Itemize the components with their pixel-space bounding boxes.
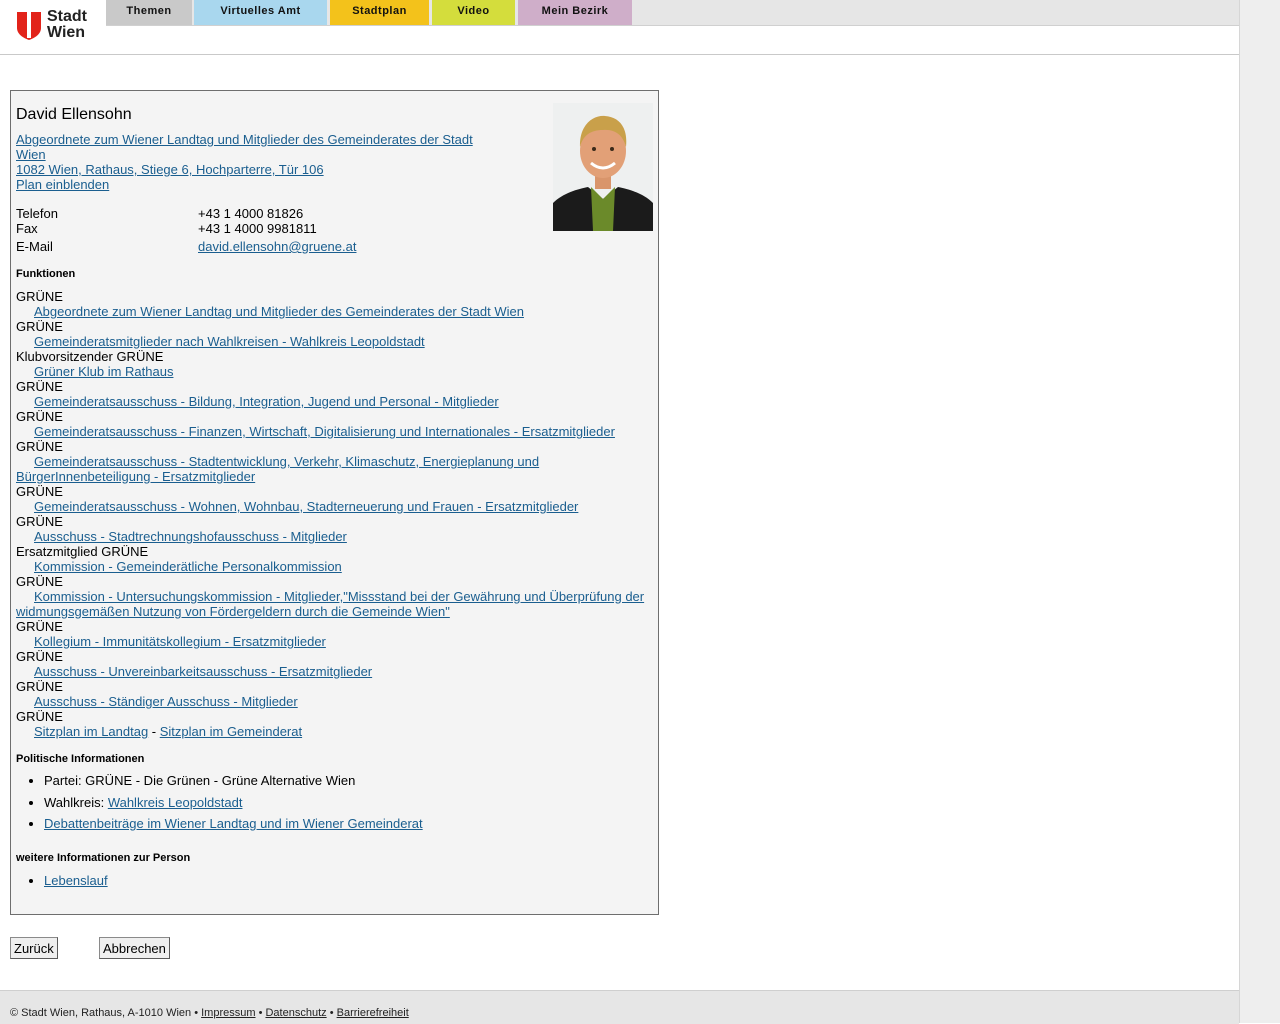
debates-link[interactable]: Debattenbeiträge im Wiener Landtag und i… — [44, 816, 423, 831]
role-link-line-2: Wien — [16, 147, 46, 162]
function-link[interactable]: Ausschuss - Stadtrechnungshofausschuss -… — [16, 529, 651, 544]
fax-row: Fax +43 1 4000 9981811 — [16, 221, 616, 236]
footer-text: © Stadt Wien, Rathaus, A-1010 Wien • Imp… — [10, 1007, 409, 1019]
nav-tab-virtuelles-amt[interactable]: Virtuelles Amt — [194, 0, 327, 25]
seating-plan-links: Sitzplan im Landtag - Sitzplan im Gemein… — [16, 724, 651, 739]
vienna-shield-icon — [17, 12, 41, 40]
main-navigation: Themen Virtuelles Amt Stadtplan Video Me… — [106, 0, 1239, 26]
political-info-title: Politische Informationen — [16, 753, 145, 765]
phone-row: Telefon +43 1 4000 81826 — [16, 206, 616, 221]
function-link[interactable]: Kollegium - Immunitätskollegium - Ersatz… — [16, 634, 651, 649]
function-party: GRÜNE — [16, 409, 63, 424]
district-link[interactable]: Wahlkreis Leopoldstadt — [108, 795, 243, 810]
phone-value: +43 1 4000 81826 — [198, 206, 304, 221]
seating-plan-separator: - — [148, 724, 160, 739]
functions-title: Funktionen — [16, 268, 76, 280]
function-party: GRÜNE — [16, 484, 63, 499]
email-label: E-Mail — [16, 239, 53, 254]
function-link[interactable]: Gemeinderatsausschuss - Finanzen, Wirtsc… — [16, 424, 651, 439]
party-item: Partei: GRÜNE - Die Grünen - Grüne Alter… — [44, 770, 664, 792]
function-party: GRÜNE — [16, 574, 63, 589]
cv-link[interactable]: Lebenslauf — [44, 873, 108, 888]
cv-item: Lebenslauf — [44, 870, 108, 891]
barrierefreiheit-link[interactable]: Barrierefreiheit — [337, 1007, 409, 1019]
more-info-list: Lebenslauf — [16, 870, 108, 891]
contact-details: Telefon +43 1 4000 81826 Fax +43 1 4000 … — [16, 206, 616, 254]
email-row: E-Mail david.ellensohn@gruene.at — [16, 239, 616, 254]
logo-line-1: Stadt — [47, 8, 87, 25]
phone-label: Telefon — [16, 206, 58, 221]
site-header: Stadt Wien Themen Virtuelles Amt Stadtpl… — [0, 0, 1239, 55]
nav-tab-stadtplan[interactable]: Stadtplan — [330, 0, 429, 25]
show-map-link[interactable]: Plan einblenden — [16, 177, 496, 192]
debates-item: Debattenbeiträge im Wiener Landtag und i… — [44, 813, 664, 835]
function-link[interactable]: Ausschuss - Unvereinbarkeitsausschuss - … — [16, 664, 651, 679]
address-block: Abgeordnete zum Wiener Landtag und Mitgl… — [16, 132, 496, 192]
impressum-link[interactable]: Impressum — [201, 1007, 255, 1019]
function-link[interactable]: Gemeinderatsausschuss - Stadtentwicklung… — [16, 454, 651, 484]
back-button[interactable]: Zurück — [10, 937, 58, 959]
footer-separator: • — [191, 1007, 202, 1019]
district-label: Wahlkreis: — [44, 794, 108, 810]
function-party: GRÜNE — [16, 709, 63, 724]
function-link[interactable]: Gemeinderatsausschuss - Wohnen, Wohnbau,… — [16, 499, 651, 514]
nav-tab-mein-bezirk[interactable]: Mein Bezirk — [518, 0, 632, 25]
scrollbar-track[interactable] — [1239, 0, 1280, 1023]
logo-text: Stadt Wien — [47, 9, 107, 41]
function-link[interactable]: Grüner Klub im Rathaus — [16, 364, 651, 379]
function-party: GRÜNE — [16, 439, 63, 454]
fax-label: Fax — [16, 221, 38, 236]
function-party: GRÜNE — [16, 619, 63, 634]
logo-line-2: Wien — [47, 24, 86, 41]
copyright-text: © Stadt Wien, Rathaus, A-1010 Wien — [10, 1007, 192, 1019]
function-link[interactable]: Gemeinderatsmitglieder nach Wahlkreisen … — [16, 334, 651, 349]
function-link[interactable]: Ausschuss - Ständiger Ausschuss - Mitgli… — [16, 694, 651, 709]
seating-plan-gemeinderat-link[interactable]: Sitzplan im Gemeinderat — [160, 724, 302, 739]
role-link-line-1: Abgeordnete zum Wiener Landtag und Mitgl… — [16, 132, 473, 147]
email-link[interactable]: david.ellensohn@gruene.at — [198, 239, 356, 254]
footer-separator: • — [326, 1007, 337, 1019]
cancel-button[interactable]: Abbrechen — [99, 937, 170, 959]
fax-value: +43 1 4000 9981811 — [198, 221, 317, 236]
nav-tab-themen[interactable]: Themen — [106, 0, 192, 25]
function-link[interactable]: Kommission - Untersuchungskommission - M… — [16, 589, 651, 619]
role-link[interactable]: Abgeordnete zum Wiener Landtag und Mitgl… — [16, 132, 496, 162]
function-party: Ersatzmitglied GRÜNE — [16, 544, 149, 559]
function-link[interactable]: Abgeordnete zum Wiener Landtag und Mitgl… — [16, 304, 651, 319]
nav-tab-video[interactable]: Video — [432, 0, 515, 25]
function-party: GRÜNE — [16, 289, 63, 304]
district-item: Wahlkreis: Wahlkreis Leopoldstadt — [44, 792, 664, 814]
address-link[interactable]: 1082 Wien, Rathaus, Stiege 6, Hochparter… — [16, 162, 496, 177]
person-name: David Ellensohn — [16, 106, 132, 123]
function-party: GRÜNE — [16, 649, 63, 664]
function-party: GRÜNE — [16, 379, 63, 394]
function-party: Klubvorsitzender GRÜNE — [16, 349, 164, 364]
functions-list: GRÜNE Abgeordnete zum Wiener Landtag und… — [16, 289, 651, 739]
political-info-list: Partei: GRÜNE - Die Grünen - Grüne Alter… — [16, 770, 664, 835]
site-footer: © Stadt Wien, Rathaus, A-1010 Wien • Imp… — [0, 990, 1239, 1024]
function-party: GRÜNE — [16, 679, 63, 694]
footer-separator: • — [255, 1007, 266, 1019]
person-detail-panel: David Ellensohn Abgeordnete zum Wiener L… — [10, 90, 659, 915]
datenschutz-link[interactable]: Datenschutz — [265, 1007, 326, 1019]
more-info-title: weitere Informationen zur Person — [16, 852, 191, 864]
function-link[interactable]: Kommission - Gemeinderätliche Personalko… — [16, 559, 651, 574]
function-link[interactable]: Gemeinderatsausschuss - Bildung, Integra… — [16, 394, 651, 409]
stadt-wien-logo[interactable]: Stadt Wien — [15, 9, 95, 45]
seating-plan-landtag-link[interactable]: Sitzplan im Landtag — [34, 724, 148, 739]
function-party: GRÜNE — [16, 319, 63, 334]
function-party: GRÜNE — [16, 514, 63, 529]
